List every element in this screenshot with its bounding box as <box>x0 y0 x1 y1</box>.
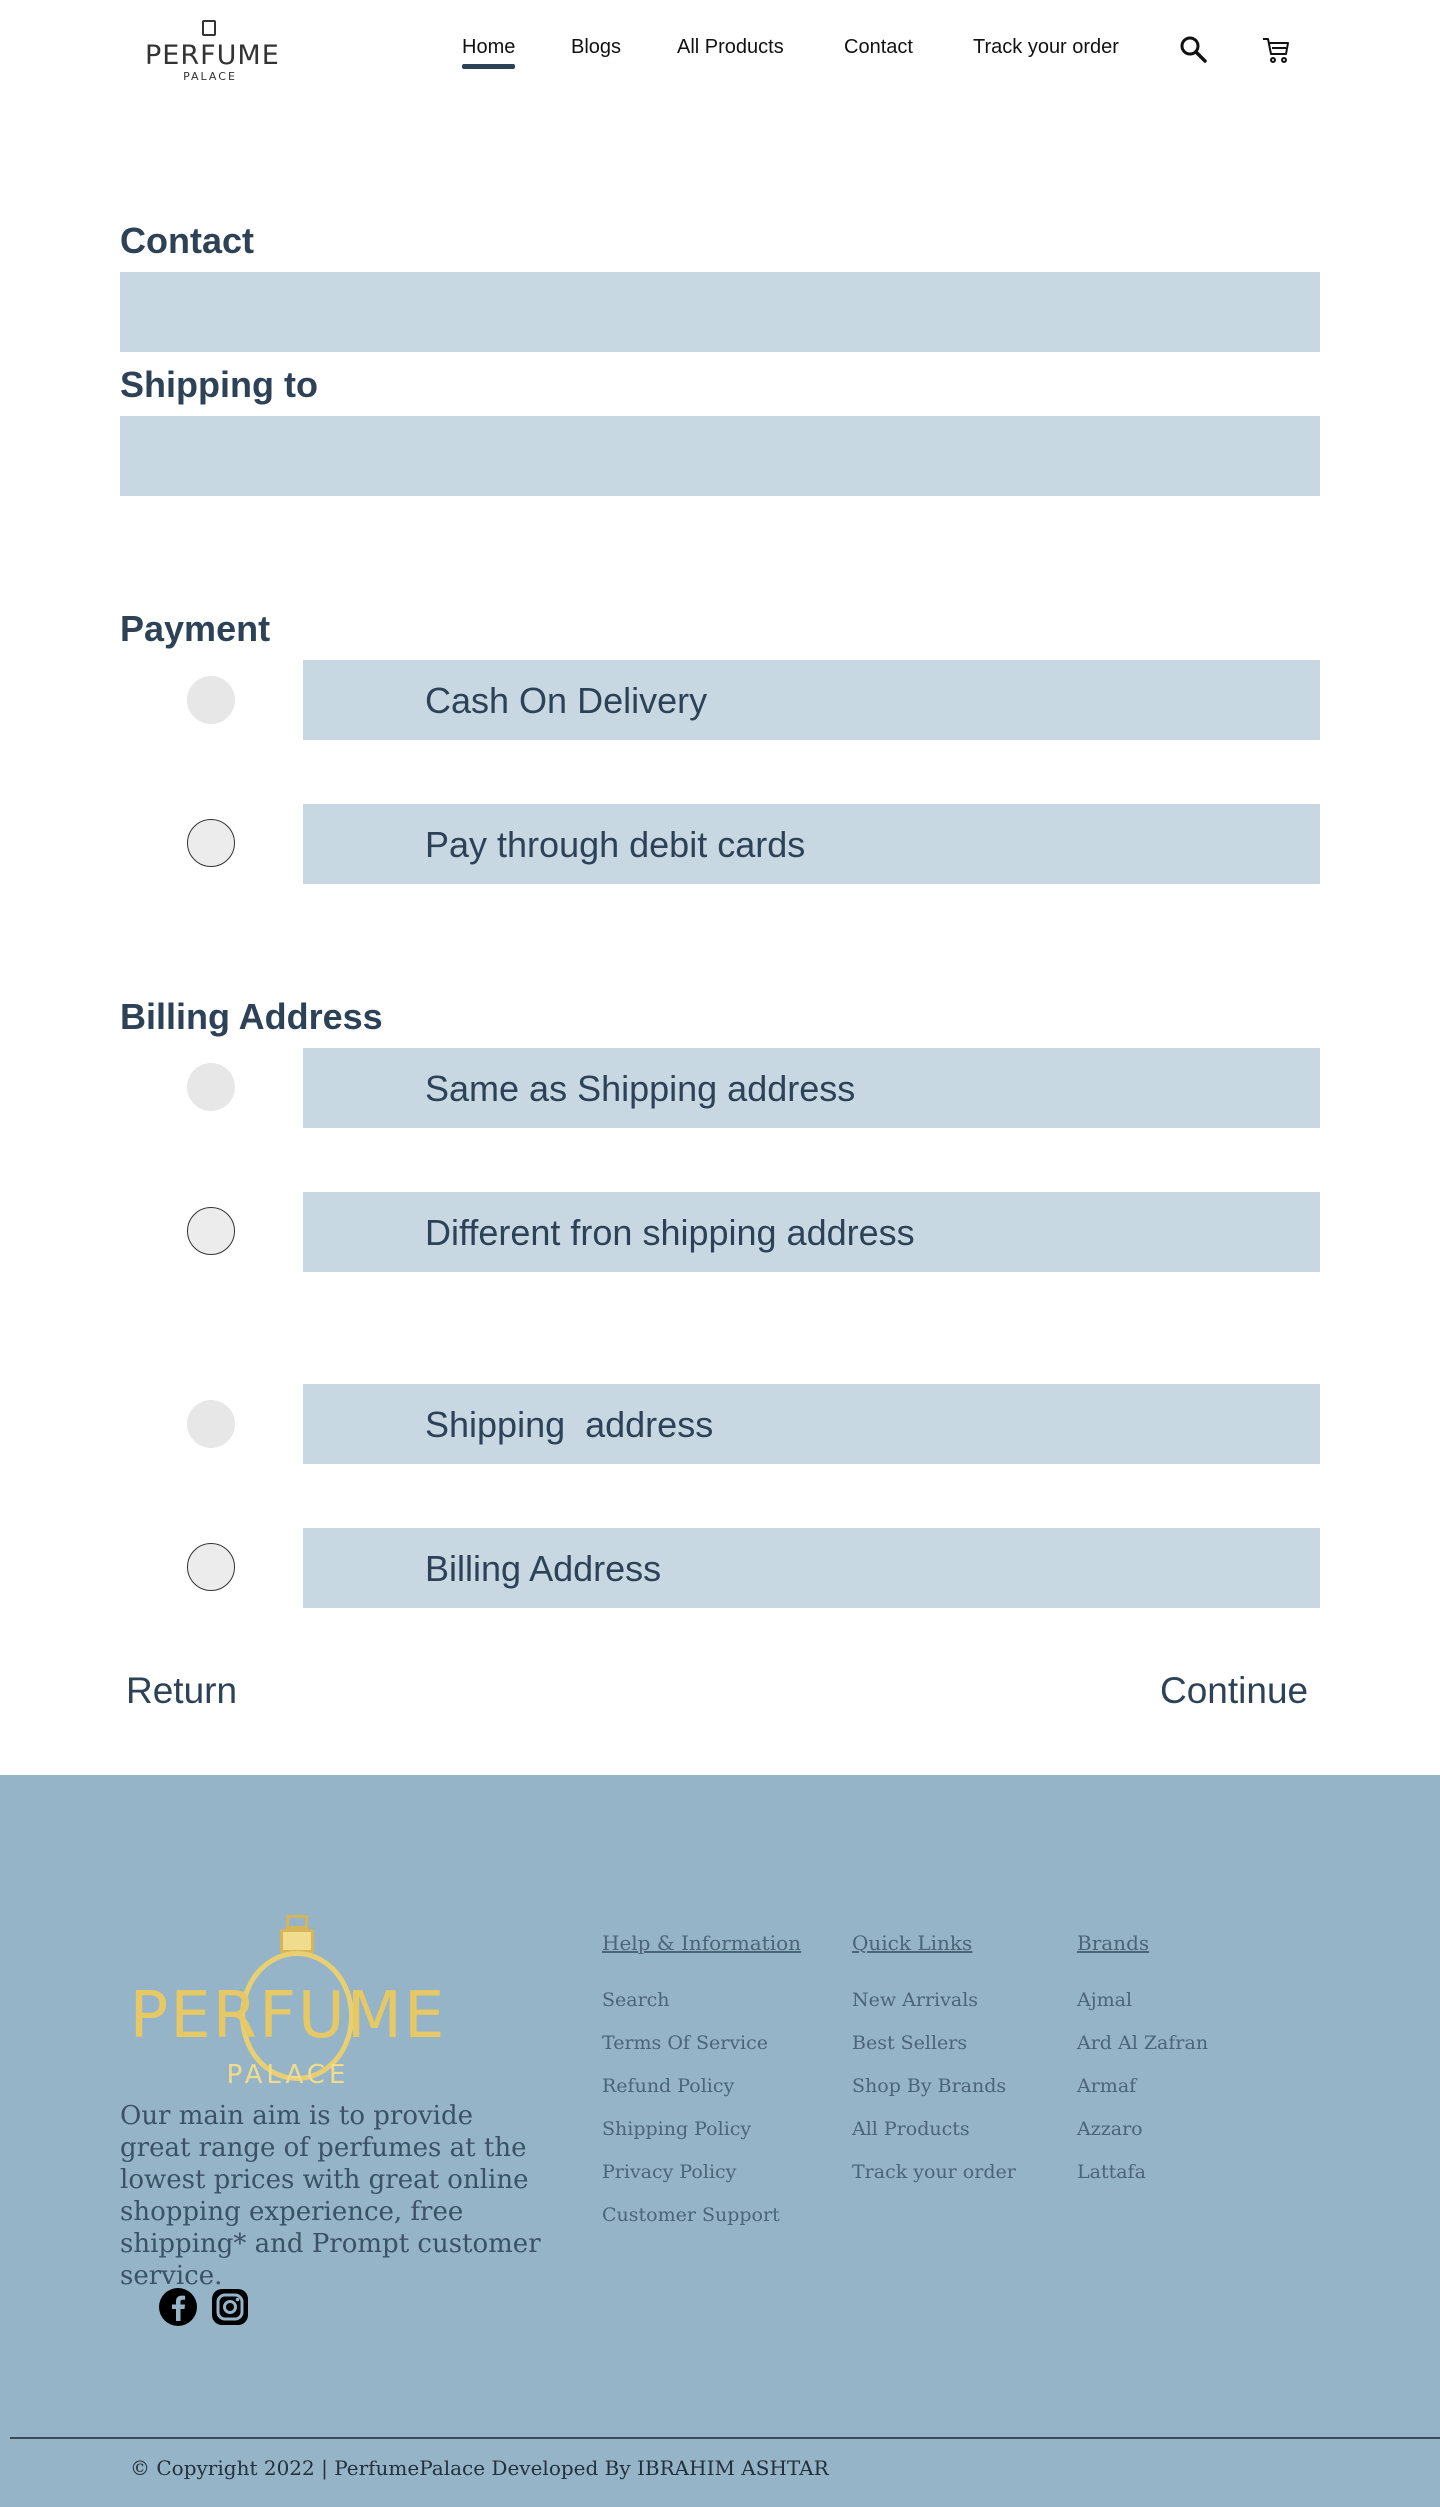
billing-different-radio[interactable] <box>187 1207 235 1255</box>
search-icon[interactable] <box>1178 34 1210 66</box>
payment-option-cod[interactable]: Cash On Delivery <box>303 660 1320 740</box>
billing-option-label: Same as Shipping address <box>425 1068 856 1109</box>
nav-blogs[interactable]: Blogs <box>571 36 621 59</box>
contact-field[interactable] <box>120 272 1320 352</box>
footer-link[interactable]: Refund Policy <box>602 2065 801 2108</box>
footer-link[interactable]: All Products <box>852 2108 1016 2151</box>
shipping-field[interactable] <box>120 416 1320 496</box>
footer-link[interactable]: Track your order <box>852 2151 1016 2194</box>
footer-link[interactable]: New Arrivals <box>852 1979 1016 2022</box>
footer-logo-text: PERFUME <box>129 1979 447 2053</box>
site-footer: PERFUME PALACE Our main aim is to provid… <box>0 1775 1440 2507</box>
footer-quick-links-title[interactable]: Quick Links <box>852 1931 1016 1955</box>
return-button[interactable]: Return <box>126 1670 237 1712</box>
instagram-icon[interactable] <box>210 2287 250 2327</box>
logo-bottle-neck <box>280 1929 314 1953</box>
footer-brands-title[interactable]: Brands <box>1077 1931 1208 1955</box>
footer-link[interactable]: Shop By Brands <box>852 2065 1016 2108</box>
footer-link[interactable]: Terms Of Service <box>602 2022 801 2065</box>
footer-link[interactable]: Ajmal <box>1077 1979 1208 2022</box>
payment-title: Payment <box>120 608 271 649</box>
footer-link[interactable]: Customer Support <box>602 2194 801 2237</box>
footer-link[interactable]: Azzaro <box>1077 2108 1208 2151</box>
billing-option-different[interactable]: Different fron shipping address <box>303 1192 1320 1272</box>
billing-same-radio[interactable] <box>187 1063 235 1111</box>
footer-quick-links-column: Quick Links New Arrivals Best Sellers Sh… <box>852 1931 1016 2194</box>
footer-help-column: Help & Information Search Terms Of Servi… <box>602 1931 801 2237</box>
footer-link[interactable]: Search <box>602 1979 801 2022</box>
address-option-label: Billing Address <box>425 1548 662 1589</box>
nav-all-products[interactable]: All Products <box>677 36 784 59</box>
payment-option-label: Pay through debit cards <box>425 824 806 865</box>
footer-about-text: Our main aim is to provide great range o… <box>120 2101 541 2291</box>
footer-link[interactable]: Best Sellers <box>852 2022 1016 2065</box>
address-option-shipping[interactable]: Shipping address <box>303 1384 1320 1464</box>
footer-brands-column: Brands Ajmal Ard Al Zafran Armaf Azzaro … <box>1077 1931 1208 2194</box>
footer-logo-subtext: PALACE <box>226 2060 350 2090</box>
facebook-icon[interactable] <box>158 2287 198 2327</box>
footer-link[interactable]: Privacy Policy <box>602 2151 801 2194</box>
logo-bottle-icon <box>286 1915 308 1929</box>
logo-text: PERFUME <box>145 40 280 71</box>
billing-title: Billing Address <box>120 996 383 1037</box>
site-header: PERFUME PALACE Home Blogs All Products C… <box>0 0 1440 100</box>
footer-link[interactable]: Shipping Policy <box>602 2108 801 2151</box>
billing-option-label: Different fron shipping address <box>425 1212 915 1253</box>
nav-home[interactable]: Home <box>462 36 515 59</box>
footer-copyright: © Copyright 2022 | PerfumePalace Develop… <box>130 2456 829 2480</box>
shipping-address-radio[interactable] <box>187 1400 235 1448</box>
contact-title: Contact <box>120 220 254 261</box>
payment-option-debit[interactable]: Pay through debit cards <box>303 804 1320 884</box>
payment-option-label: Cash On Delivery <box>425 680 708 721</box>
logo-subtext: PALACE <box>183 70 237 83</box>
nav-track-order[interactable]: Track your order <box>973 36 1119 59</box>
logo-bottle-icon <box>202 20 216 36</box>
site-logo[interactable]: PERFUME PALACE <box>145 18 280 86</box>
footer-link[interactable]: Ard Al Zafran <box>1077 2022 1208 2065</box>
continue-button[interactable]: Continue <box>1160 1670 1308 1712</box>
footer-link[interactable]: Lattafa <box>1077 2151 1208 2194</box>
footer-logo[interactable]: PERFUME PALACE <box>118 1915 458 2090</box>
nav-active-indicator <box>462 64 515 69</box>
footer-help-title[interactable]: Help & Information <box>602 1931 801 1955</box>
shipping-title: Shipping to <box>120 364 318 405</box>
address-option-label: Shipping address <box>425 1404 714 1445</box>
footer-link[interactable]: Armaf <box>1077 2065 1208 2108</box>
billing-option-same[interactable]: Same as Shipping address <box>303 1048 1320 1128</box>
payment-cod-radio[interactable] <box>187 676 235 724</box>
billing-address-radio[interactable] <box>187 1543 235 1591</box>
cart-icon[interactable] <box>1260 34 1292 66</box>
address-option-billing[interactable]: Billing Address <box>303 1528 1320 1608</box>
footer-divider <box>10 2437 1440 2439</box>
payment-debit-radio[interactable] <box>187 819 235 867</box>
nav-contact[interactable]: Contact <box>844 36 913 59</box>
